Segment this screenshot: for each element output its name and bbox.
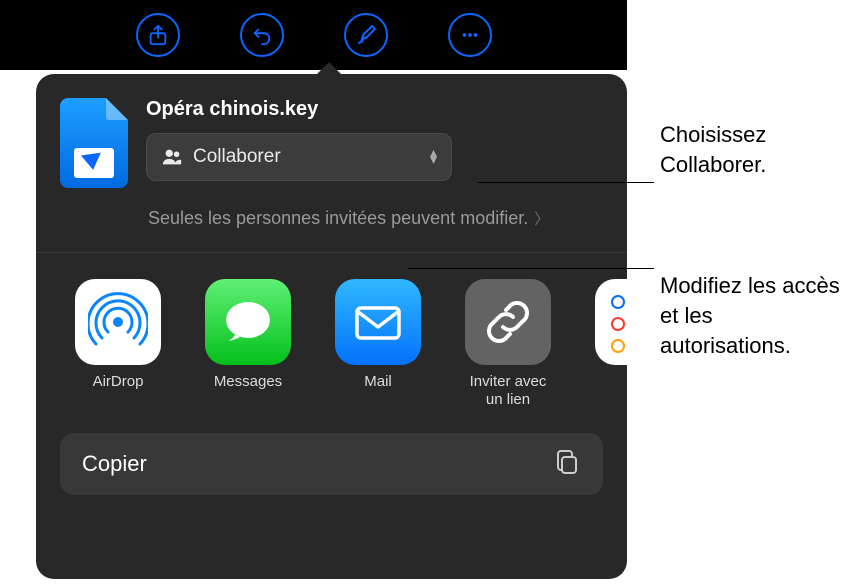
mail-label: Mail <box>364 373 392 409</box>
callout-permissions: Modifiez les accès et les autorisations. <box>660 271 846 360</box>
share-app-airdrop[interactable]: AirDrop <box>70 279 166 409</box>
paint-brush-icon <box>354 23 378 47</box>
share-button[interactable] <box>136 13 180 57</box>
people-icon <box>161 146 183 168</box>
share-popover-body: Opéra chinois.key Collaborer ▴▾ Seules l… <box>36 74 627 579</box>
messages-icon <box>221 295 275 349</box>
file-name: Opéra chinois.key <box>146 98 603 121</box>
updown-chevron-icon: ▴▾ <box>430 149 437 163</box>
file-thumbnail <box>60 98 128 188</box>
collaborate-label: Collaborer <box>193 146 430 168</box>
share-app-extra[interactable]: R <box>590 279 627 409</box>
collaborate-dropdown[interactable]: Collaborer ▴▾ <box>146 133 452 181</box>
invite-link-label: Inviter avec un lien <box>460 373 556 409</box>
share-apps-row[interactable]: AirDrop Messages Mail <box>36 253 627 409</box>
callout-collaborate: Choisissez Collaborer. <box>660 120 846 179</box>
format-button[interactable] <box>344 13 388 57</box>
copy-label: Copier <box>82 451 553 477</box>
callout-line-1 <box>478 182 654 183</box>
copy-icon <box>553 448 581 481</box>
callouts: Choisissez Collaborer. Modifiez les accè… <box>660 120 846 360</box>
permissions-text: Seules les personnes invitées peuvent mo… <box>148 206 528 230</box>
messages-label: Messages <box>214 373 282 409</box>
undo-icon <box>251 24 273 46</box>
share-app-mail[interactable]: Mail <box>330 279 426 409</box>
callout-line-2 <box>408 268 654 269</box>
share-popover: Opéra chinois.key Collaborer ▴▾ Seules l… <box>36 74 627 579</box>
airdrop-icon <box>88 292 148 352</box>
mail-icon <box>351 295 405 349</box>
link-icon <box>481 295 535 349</box>
undo-button[interactable] <box>240 13 284 57</box>
top-toolbar <box>0 0 627 70</box>
copy-action[interactable]: Copier <box>60 433 603 495</box>
ellipsis-icon <box>459 24 481 46</box>
permissions-row[interactable]: Seules les personnes invitées peuvent mo… <box>36 188 627 252</box>
more-button[interactable] <box>448 13 492 57</box>
share-app-messages[interactable]: Messages <box>200 279 296 409</box>
airdrop-label: AirDrop <box>93 373 144 409</box>
share-app-invite-link[interactable]: Inviter avec un lien <box>460 279 556 409</box>
share-icon <box>147 24 169 46</box>
chevron-right-icon: 〉 <box>534 210 549 230</box>
